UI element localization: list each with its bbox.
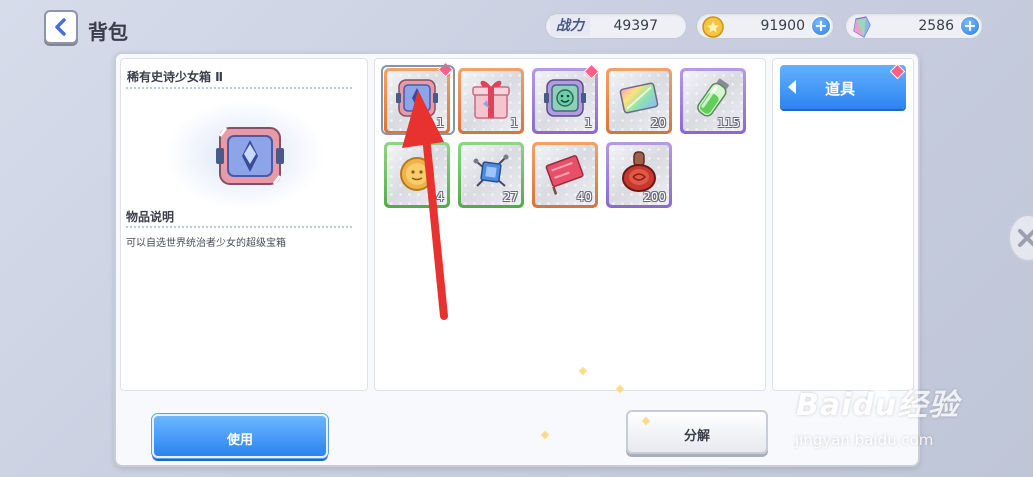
item-count: 20 <box>650 116 666 130</box>
combat-power-display: 战力 49397 <box>545 13 687 39</box>
divider <box>126 87 352 89</box>
item-name: 稀有史诗少女箱 Ⅱ <box>127 70 224 84</box>
tab-label: 道具 <box>825 80 856 98</box>
item-slot-rainbow-card[interactable]: 20 <box>606 68 672 134</box>
use-button[interactable]: 使用 <box>152 414 328 458</box>
combat-power-label: 战力 <box>550 16 590 36</box>
watermark-logo-text: Baidu经验 <box>796 388 960 423</box>
decompose-button-label: 分解 <box>683 429 710 444</box>
item-slot-green-potion[interactable]: 115 <box>680 68 746 134</box>
item-slot-red-flag[interactable]: 40 <box>532 142 598 208</box>
flag-icon <box>545 155 584 195</box>
baidu-jingyan-watermark: Baidu经验 <box>784 374 984 434</box>
red-arrow-annotation <box>402 90 448 320</box>
item-count: 1 <box>510 116 518 130</box>
potion-icon <box>697 78 729 117</box>
item-slot-red-seal[interactable]: 200 <box>606 142 672 208</box>
item-count: 27 <box>502 190 518 204</box>
add-gem-button[interactable]: + <box>960 16 980 36</box>
item-description: 可以自选世界统治者少女的超级宝箱 <box>126 238 286 249</box>
item-slot-blue-scroll[interactable]: 27 <box>458 142 524 208</box>
gem-icon <box>853 16 871 38</box>
divider <box>126 226 352 228</box>
combat-power-value: 49397 <box>613 18 658 34</box>
item-count: 200 <box>643 190 666 204</box>
item-count: 1 <box>584 116 592 130</box>
tab-items[interactable]: 道具 <box>780 65 906 109</box>
gift-box-icon <box>472 80 510 119</box>
chevron-left-icon <box>55 18 66 36</box>
decompose-button[interactable]: 分解 <box>626 410 768 454</box>
card-icon <box>619 82 659 114</box>
gem-value: 2586 <box>918 18 954 34</box>
chest-icon <box>544 79 586 117</box>
item-count: 115 <box>717 116 740 130</box>
scroll-icon <box>473 154 509 187</box>
side-close-button[interactable] <box>1008 214 1033 262</box>
item-count: 40 <box>576 190 592 204</box>
gold-currency-display: 91900 + <box>696 13 834 39</box>
add-gold-button[interactable]: + <box>811 16 831 36</box>
item-slot-gift-box[interactable]: 1 <box>458 68 524 134</box>
gold-value: 91900 <box>760 18 805 34</box>
gem-currency-display: 2586 + <box>845 13 983 39</box>
tab-arrow-icon <box>788 80 796 94</box>
item-slot-smile-chest[interactable]: 1 <box>532 68 598 134</box>
watermark-url: jingyan.baidu.com <box>795 431 934 449</box>
use-button-label: 使用 <box>226 433 253 448</box>
back-button[interactable] <box>44 10 78 44</box>
chest-icon <box>216 127 284 185</box>
gold-coin-icon <box>702 16 724 38</box>
close-icon <box>1018 229 1033 247</box>
page-title: 背包 <box>88 20 128 44</box>
item-description-title: 物品说明 <box>126 210 175 224</box>
seal-icon <box>622 151 656 192</box>
